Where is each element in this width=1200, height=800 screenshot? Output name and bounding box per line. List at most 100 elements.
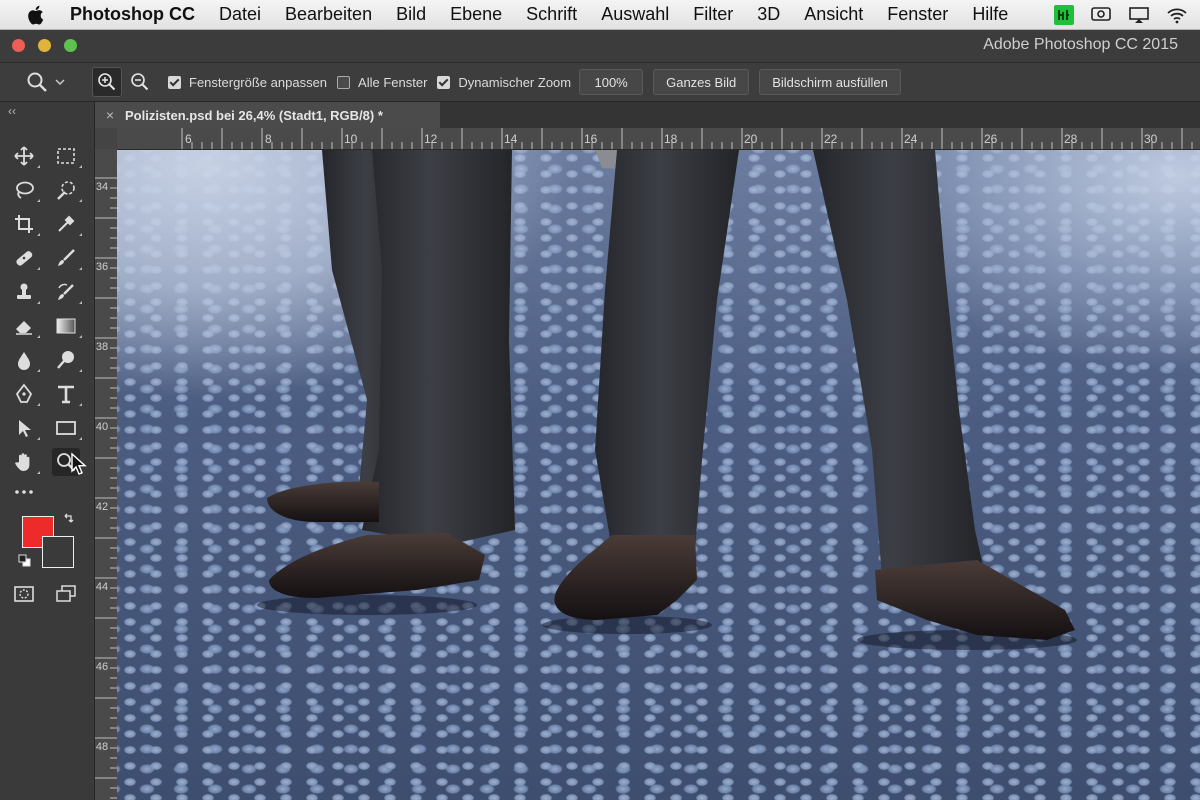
window-title: Adobe Photoshop CC 2015: [983, 36, 1178, 53]
fit-window-checkbox[interactable]: [168, 75, 181, 89]
crop-icon: [15, 215, 33, 233]
menu-ansicht[interactable]: Ansicht: [792, 4, 875, 25]
path-selection-tool[interactable]: [10, 414, 40, 442]
close-document-icon[interactable]: ×: [95, 107, 125, 123]
more-tools[interactable]: [10, 478, 38, 506]
ruler-vertical-ticks: [95, 177, 117, 799]
ruler-left-label: 36: [95, 261, 109, 273]
window-title-bar: Adobe Photoshop CC 2015: [0, 30, 1200, 63]
ruler-top-label: 22: [824, 132, 838, 146]
gradient-tool[interactable]: [52, 312, 82, 340]
screen-mode-button[interactable]: [52, 580, 80, 608]
airplay-icon[interactable]: [1090, 5, 1112, 25]
scrubby-zoom-label: Dynamischer Zoom: [458, 74, 572, 90]
brush-tool[interactable]: [52, 244, 82, 272]
ruler-top-label: 24: [904, 132, 918, 146]
blur-tool[interactable]: [10, 346, 40, 374]
eraser-tool[interactable]: [10, 312, 40, 340]
fill-screen-button[interactable]: Bildschirm ausfüllen: [759, 69, 901, 95]
menu-schrift[interactable]: Schrift: [514, 4, 589, 25]
marquee-tool[interactable]: [52, 142, 82, 170]
ruler-top-label: 12: [424, 132, 438, 146]
ruler-horizontal-ticks: [181, 128, 1193, 149]
zoom-out-button[interactable]: [126, 68, 154, 96]
marquee-icon: [57, 148, 75, 164]
swap-colors-icon[interactable]: [62, 513, 76, 527]
move-tool[interactable]: [10, 142, 40, 170]
eyedropper-tool[interactable]: [52, 210, 82, 238]
ruler-top-label: 6: [185, 132, 192, 146]
menu-fenster[interactable]: Fenster: [875, 4, 960, 25]
options-bar: Fenstergröße anpassen Alle Fenster Dynam…: [0, 63, 1200, 102]
dodge-tool[interactable]: [52, 346, 82, 374]
zoom-icon: [27, 72, 47, 92]
ruler-top-label: 26: [984, 132, 998, 146]
collapse-panel-icon[interactable]: ‹‹: [8, 104, 16, 118]
menu-3d[interactable]: 3D: [745, 4, 792, 25]
bandage-icon: [16, 251, 33, 266]
healing-brush-tool[interactable]: [10, 244, 40, 272]
ruler-top-label: 8: [265, 132, 272, 146]
lasso-tool[interactable]: [10, 176, 40, 204]
display-icon[interactable]: [1128, 5, 1150, 25]
ruler-top-label: 18: [664, 132, 678, 146]
move-icon: [14, 146, 34, 166]
ruler-left-label: 38: [95, 341, 109, 353]
rectangle-tool[interactable]: [52, 414, 82, 442]
ruler-top-label: 16: [584, 132, 598, 146]
clone-stamp-tool[interactable]: [10, 278, 40, 306]
zoom-in-button[interactable]: [92, 67, 122, 97]
history-brush-tool[interactable]: [52, 278, 82, 306]
menu-auswahl[interactable]: Auswahl: [589, 4, 681, 25]
ruler-top-label: 20: [744, 132, 758, 146]
hand-tool[interactable]: [10, 448, 40, 476]
zoom-window-button[interactable]: [64, 39, 77, 52]
document-canvas[interactable]: [117, 150, 1200, 800]
ruler-top-label: 28: [1064, 132, 1078, 146]
pen-tool[interactable]: [10, 380, 40, 408]
document-tab-title: Polizisten.psd bei 26,4% (Stadt1, RGB/8)…: [125, 107, 383, 123]
scrubby-zoom-checkbox[interactable]: [437, 75, 451, 89]
zoom-100-button[interactable]: 100%: [579, 69, 644, 95]
menu-datei[interactable]: Datei: [207, 4, 273, 25]
tools-panel: ‹‹: [0, 102, 95, 800]
minimize-window-button[interactable]: [38, 39, 51, 52]
trouser-leg: [595, 150, 739, 550]
app-status-icon[interactable]: [1054, 4, 1074, 25]
ruler-horizontal[interactable]: 6 8 10 12 14 16 18 20 22 24 26 28 30: [117, 128, 1200, 150]
drop-icon: [18, 352, 30, 370]
wifi-icon[interactable]: [1166, 5, 1188, 25]
ruler-top-label: 10: [344, 132, 358, 146]
ruler-vertical[interactable]: 34 36 38 40 42 44 46 48: [95, 149, 118, 800]
menu-app-name[interactable]: Photoshop CC: [64, 4, 207, 25]
ruler-left-label: 48: [95, 741, 109, 753]
tool-preset-picker[interactable]: [26, 71, 82, 93]
background-color-swatch[interactable]: [42, 536, 74, 568]
stamp-icon: [17, 283, 31, 299]
ruler-origin[interactable]: [95, 128, 117, 149]
all-windows-checkbox[interactable]: [337, 75, 351, 89]
fit-screen-button[interactable]: Ganzes Bild: [653, 69, 750, 95]
rectangle-icon: [56, 421, 76, 435]
zoom-in-icon: [98, 73, 116, 91]
default-colors-icon[interactable]: [18, 554, 32, 568]
ellipsis-icon: [15, 490, 33, 494]
quick-selection-tool[interactable]: [52, 176, 82, 204]
eyedropper-icon: [58, 215, 75, 232]
apple-menu-icon[interactable]: [24, 4, 46, 26]
type-tool[interactable]: [52, 380, 82, 408]
mouse-cursor-icon: [71, 452, 87, 475]
quick-mask-button[interactable]: [10, 580, 38, 608]
close-window-button[interactable]: [12, 39, 25, 52]
chevron-down-icon: [55, 79, 65, 86]
zoom-out-icon: [131, 73, 149, 91]
crop-tool[interactable]: [10, 210, 40, 238]
menu-ebene[interactable]: Ebene: [438, 4, 514, 25]
ruler-left-label: 42: [95, 501, 109, 513]
menu-bild[interactable]: Bild: [384, 4, 438, 25]
document-tab[interactable]: × Polizisten.psd bei 26,4% (Stadt1, RGB/…: [95, 102, 440, 128]
ruler-left-label: 46: [95, 661, 109, 673]
menu-hilfe[interactable]: Hilfe: [960, 4, 1020, 25]
menu-bearbeiten[interactable]: Bearbeiten: [273, 4, 384, 25]
menu-filter[interactable]: Filter: [681, 4, 745, 25]
